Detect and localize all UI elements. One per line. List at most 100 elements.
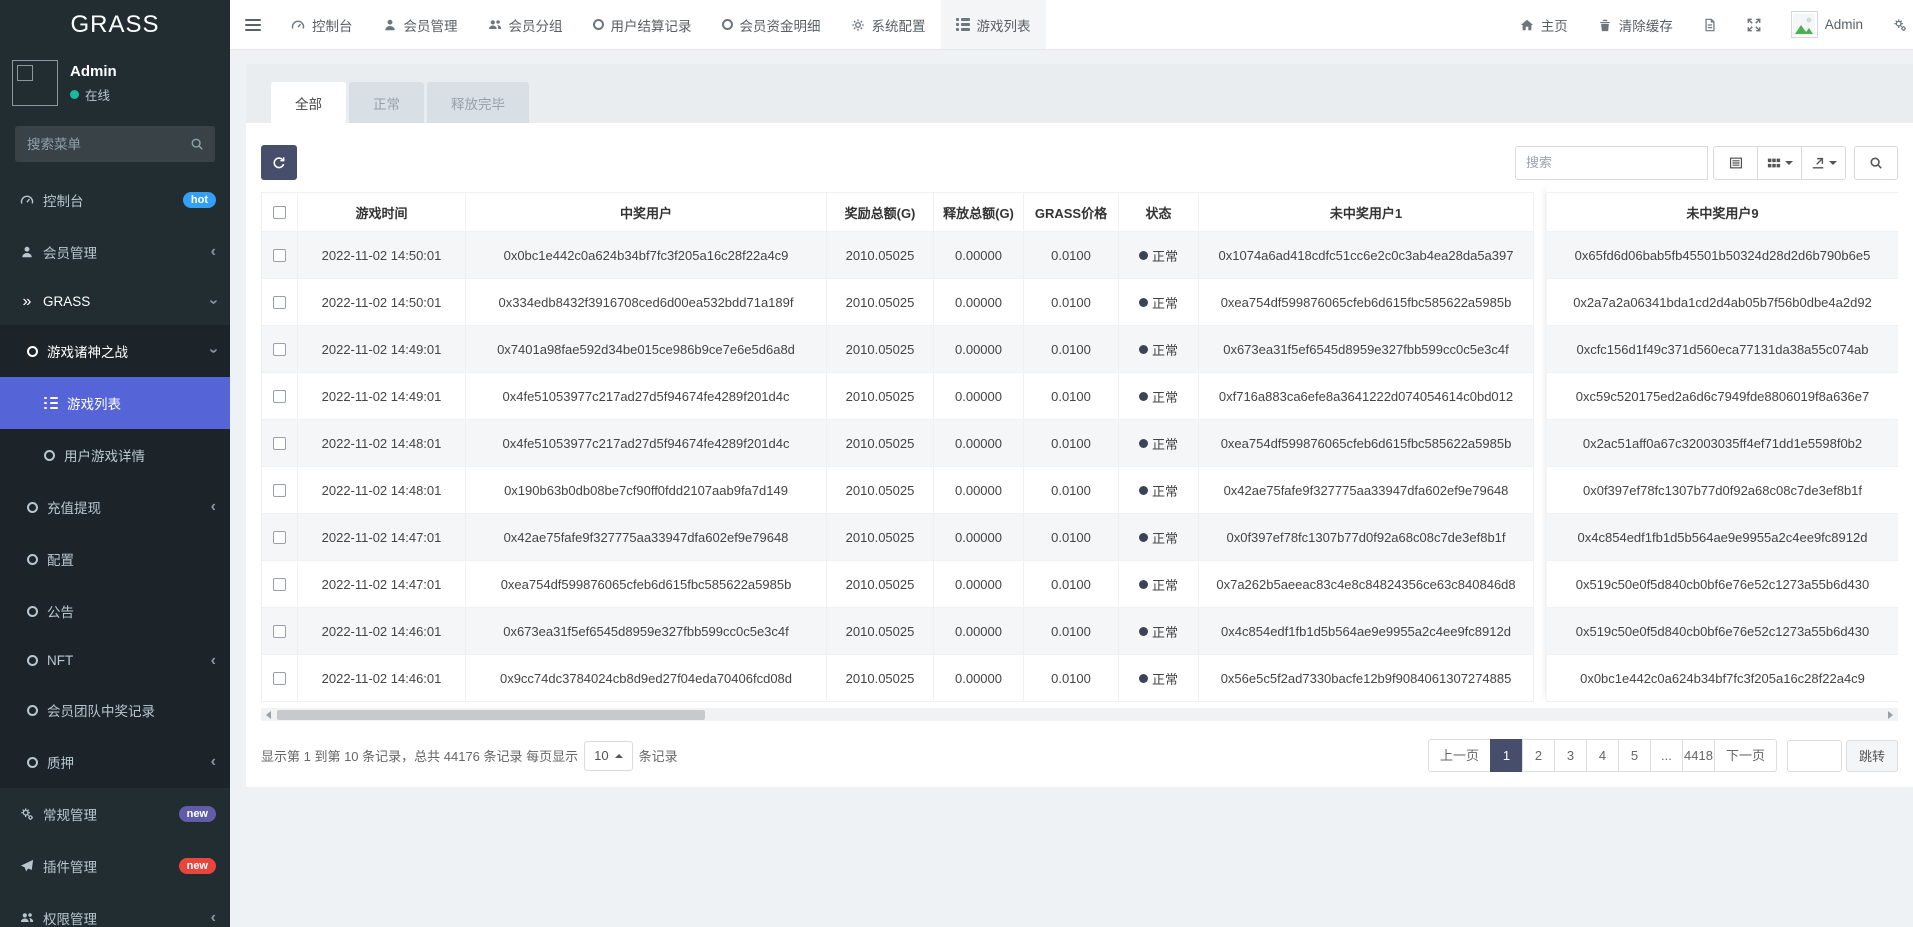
chevron-left-icon: ‹: [211, 757, 216, 767]
cell-status: 正常: [1119, 608, 1199, 654]
search-button[interactable]: [1854, 146, 1898, 180]
user-name: Admin: [70, 63, 117, 80]
table-row: 2022-11-02 14:49:01 0x7401a98fae592d34be…: [262, 326, 1533, 373]
page-button-1[interactable]: 1: [1490, 739, 1523, 772]
nav-settings-button[interactable]: [1878, 0, 1913, 49]
pinned-row: 0xc59c520175ed2a6d6c7949fde8806019f8a636…: [1546, 373, 1898, 420]
columns-button[interactable]: [1757, 146, 1802, 180]
table-search-input[interactable]: [1515, 146, 1708, 180]
nav-dashboard[interactable]: 控制台: [276, 0, 368, 49]
row-checkbox[interactable]: [273, 578, 286, 591]
row-checkbox[interactable]: [273, 531, 286, 544]
horizontal-scrollbar-thumb[interactable]: [277, 710, 705, 720]
nav-member-funds[interactable]: 会员资金明细: [707, 0, 836, 49]
nav-document-button[interactable]: [1688, 0, 1732, 49]
gears-icon: [1893, 18, 1907, 32]
gears-icon: [20, 807, 34, 821]
nav-game-list[interactable]: 游戏列表: [941, 0, 1046, 49]
cell-reward-total: 2010.05025: [827, 326, 934, 372]
sidebar-item-plugin-management[interactable]: 插件管理 new: [0, 840, 230, 892]
scroll-right-arrow[interactable]: [1883, 708, 1898, 721]
sidebar-item-recharge-withdraw[interactable]: 充值提现 ‹: [0, 481, 230, 533]
cell-reward-total: 2010.05025: [827, 279, 934, 325]
nav-user-settlement[interactable]: 用户结算记录: [578, 0, 707, 49]
pinned-row: 0x2a7a2a06341bda1cd2d4ab05b7f56b0dbe4a2d…: [1546, 279, 1898, 326]
table-row: 2022-11-02 14:46:01 0x673ea31f5ef6545d89…: [262, 608, 1533, 655]
caret-down-icon: [1829, 161, 1837, 165]
nav-clear-cache[interactable]: 清除缓存: [1583, 0, 1688, 49]
nav-member-group[interactable]: 会员分组: [473, 0, 578, 49]
cell-status: 正常: [1119, 655, 1199, 701]
page-button-2[interactable]: 2: [1522, 739, 1555, 772]
cell-game-time: 2022-11-02 14:46:01: [298, 608, 466, 654]
row-checkbox[interactable]: [273, 249, 286, 262]
row-checkbox[interactable]: [273, 390, 286, 403]
jump-page-input[interactable]: [1787, 740, 1842, 772]
cell-runner-up-9: 0x519c50e0f5d840cb0bf6e76e52c1273a55b6d4…: [1546, 608, 1898, 654]
cell-game-time: 2022-11-02 14:50:01: [298, 279, 466, 325]
sidebar-item-member-management[interactable]: 会员管理 ‹: [0, 226, 230, 278]
cell-game-time: 2022-11-02 14:48:01: [298, 420, 466, 466]
page-button-5[interactable]: 5: [1618, 739, 1651, 772]
sidebar-item-nft[interactable]: NFT ‹: [0, 637, 230, 684]
next-page-button[interactable]: 下一页: [1714, 739, 1777, 772]
status-dot: [1139, 533, 1148, 542]
horizontal-scrollbar[interactable]: [261, 708, 1898, 721]
nav-admin[interactable]: Admin: [1776, 0, 1878, 49]
tab-normal[interactable]: 正常: [349, 82, 424, 123]
dashboard-icon: [20, 193, 34, 207]
sidebar-item-pledge[interactable]: 质押 ‹: [0, 736, 230, 788]
sidebar-item-config[interactable]: 配置: [0, 533, 230, 585]
sidebar-item-team-prize-records[interactable]: 会员团队中奖记录: [0, 684, 230, 736]
row-checkbox[interactable]: [273, 296, 286, 309]
sidebar-item-grass[interactable]: » GRASS ‹: [0, 278, 230, 325]
row-checkbox[interactable]: [273, 672, 286, 685]
pinned-row: 0x519c50e0f5d840cb0bf6e76e52c1273a55b6d4…: [1546, 561, 1898, 608]
nav-system-config[interactable]: 系统配置: [836, 0, 941, 49]
row-checkbox[interactable]: [273, 343, 286, 356]
cell-game-time: 2022-11-02 14:49:01: [298, 326, 466, 372]
sidebar-item-permission-management[interactable]: 权限管理 ‹: [0, 892, 230, 927]
cell-winner-address: 0x0bc1e442c0a624b34bf7fc3f205a16c28f22a4…: [466, 232, 827, 278]
prev-page-button[interactable]: 上一页: [1428, 739, 1491, 772]
cell-runner-up-1: 0xea754df599876065cfeb6d615fbc585622a598…: [1199, 279, 1533, 325]
sidebar-item-game-gods-war[interactable]: 游戏诸神之战 ‹: [0, 325, 230, 377]
page-button-3[interactable]: 3: [1554, 739, 1587, 772]
jump-button[interactable]: 跳转: [1846, 740, 1898, 772]
export-button[interactable]: [1801, 146, 1846, 180]
cell-grass-price: 0.0100: [1024, 232, 1119, 278]
sidebar-item-game-list[interactable]: 游戏列表: [0, 377, 230, 429]
page-ellipsis[interactable]: ...: [1650, 739, 1683, 772]
refresh-button[interactable]: [261, 145, 297, 180]
page-button-4[interactable]: 4: [1586, 739, 1619, 772]
chevron-left-icon: ‹: [211, 247, 216, 257]
table-header-row: 游戏时间 中奖用户 奖励总额(G) 释放总额(G) GRASS价格 状态 未中奖…: [262, 192, 1533, 232]
tab-released[interactable]: 释放完毕: [427, 82, 529, 123]
cell-winner-address: 0x4fe51053977c217ad27d5f94674fe4289f201d…: [466, 420, 827, 466]
sidebar-toggle-button[interactable]: [230, 0, 276, 49]
sidebar-search-input[interactable]: [15, 126, 215, 162]
row-checkbox[interactable]: [273, 437, 286, 450]
tab-all[interactable]: 全部: [271, 82, 346, 123]
detail-view-button[interactable]: [1713, 146, 1758, 180]
toolbar-button-group: [1714, 146, 1846, 180]
sidebar-item-general-management[interactable]: 常规管理 new: [0, 788, 230, 840]
nav-member-management[interactable]: 会员管理: [368, 0, 473, 49]
cell-reward-total: 2010.05025: [827, 420, 934, 466]
row-checkbox[interactable]: [273, 625, 286, 638]
tab-strip: 全部 正常 释放完毕: [246, 64, 1913, 123]
sidebar-item-announcement[interactable]: 公告: [0, 585, 230, 637]
nav-home[interactable]: 主页: [1505, 0, 1583, 49]
row-checkbox[interactable]: [273, 484, 286, 497]
column-header: 未中奖用户9: [1546, 193, 1898, 231]
select-all-checkbox[interactable]: [273, 206, 286, 219]
nav-fullscreen-button[interactable]: [1732, 0, 1776, 49]
scroll-left-arrow[interactable]: [261, 708, 276, 721]
refresh-icon: [272, 156, 286, 170]
user-status: 在线: [85, 85, 110, 104]
sidebar-item-dashboard[interactable]: 控制台 hot: [0, 174, 230, 226]
page-size-dropdown[interactable]: 10: [584, 741, 632, 771]
status-dot: [1139, 439, 1148, 448]
sidebar-item-user-game-detail[interactable]: 用户游戏详情: [0, 429, 230, 481]
page-button-4418[interactable]: 4418: [1682, 739, 1715, 772]
